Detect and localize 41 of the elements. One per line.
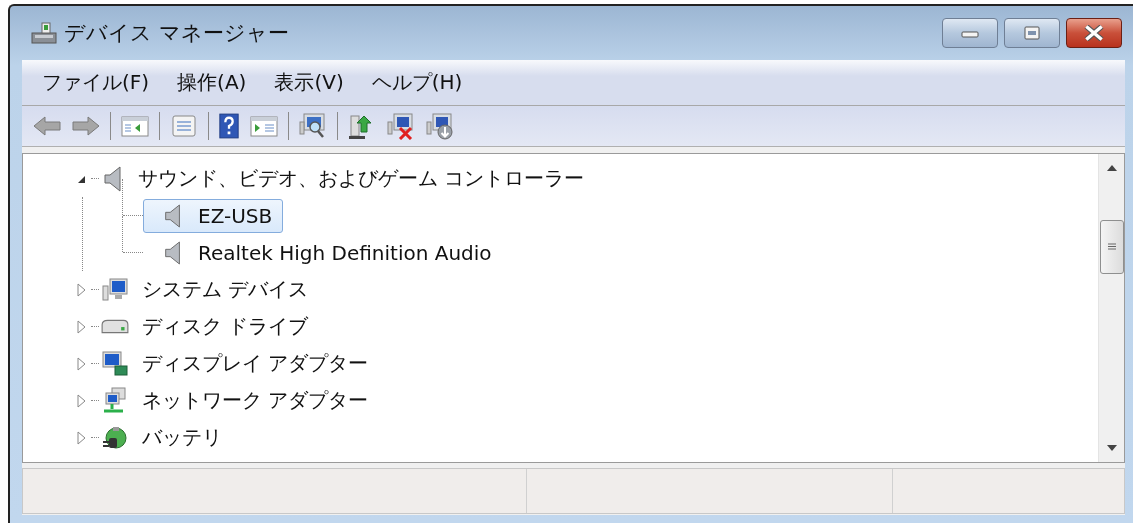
expand-arrow-icon[interactable] bbox=[77, 393, 87, 408]
close-icon bbox=[1083, 25, 1105, 41]
tree-item[interactable]: システム デバイス bbox=[137, 273, 314, 306]
scan-hardware-icon[interactable] bbox=[298, 112, 328, 140]
panel-icon[interactable] bbox=[120, 114, 150, 138]
expand-arrow-icon[interactable] bbox=[77, 282, 87, 297]
scroll-up-icon[interactable] bbox=[1105, 164, 1118, 172]
minimize-button[interactable] bbox=[942, 18, 998, 48]
menu-item[interactable]: 表示(V) bbox=[274, 69, 344, 96]
scrollbar-thumb[interactable] bbox=[1099, 220, 1124, 274]
properties-icon[interactable] bbox=[169, 114, 199, 138]
scroll-down-icon[interactable] bbox=[1105, 444, 1118, 452]
maximize-icon bbox=[1022, 26, 1042, 40]
tree-item[interactable]: Realtek High Definition Audio bbox=[143, 235, 503, 270]
disable-device-icon[interactable] bbox=[386, 112, 416, 140]
display-adapter-icon bbox=[101, 349, 129, 378]
window-title: デバイス マネージャー bbox=[64, 20, 289, 47]
network-icon bbox=[101, 386, 129, 415]
tree-item[interactable]: ネットワーク アダプター bbox=[137, 384, 374, 417]
expand-arrow-icon[interactable] bbox=[77, 356, 87, 371]
menu-item[interactable]: ファイル(F) bbox=[42, 69, 150, 96]
tree-item[interactable]: ディスク ドライブ bbox=[137, 310, 314, 343]
expand-arrow-icon[interactable] bbox=[77, 319, 87, 334]
minimize-icon bbox=[960, 28, 980, 38]
tree-item[interactable]: サウンド、ビデオ、およびゲーム コントローラー bbox=[133, 162, 590, 195]
expand-arrow-icon[interactable] bbox=[77, 430, 87, 445]
menu-item[interactable]: 操作(A) bbox=[177, 69, 247, 96]
back-arrow-icon[interactable] bbox=[32, 114, 62, 138]
uninstall-device-icon[interactable] bbox=[425, 112, 455, 140]
menu-item[interactable]: ヘルプ(H) bbox=[371, 69, 463, 96]
tree-item[interactable]: ディスプレイ アダプター bbox=[137, 347, 374, 380]
close-button[interactable] bbox=[1066, 18, 1122, 48]
tree-item[interactable]: バッテリ bbox=[137, 421, 227, 454]
help-icon[interactable] bbox=[218, 112, 240, 140]
disk-drive-icon bbox=[101, 319, 129, 334]
computer-icon bbox=[101, 275, 129, 304]
tree-item[interactable]: EZ-USB bbox=[143, 198, 284, 233]
maximize-button[interactable] bbox=[1004, 18, 1060, 48]
app-icon bbox=[30, 21, 58, 45]
panel-icon[interactable] bbox=[249, 114, 279, 138]
forward-arrow-icon[interactable] bbox=[71, 114, 101, 138]
